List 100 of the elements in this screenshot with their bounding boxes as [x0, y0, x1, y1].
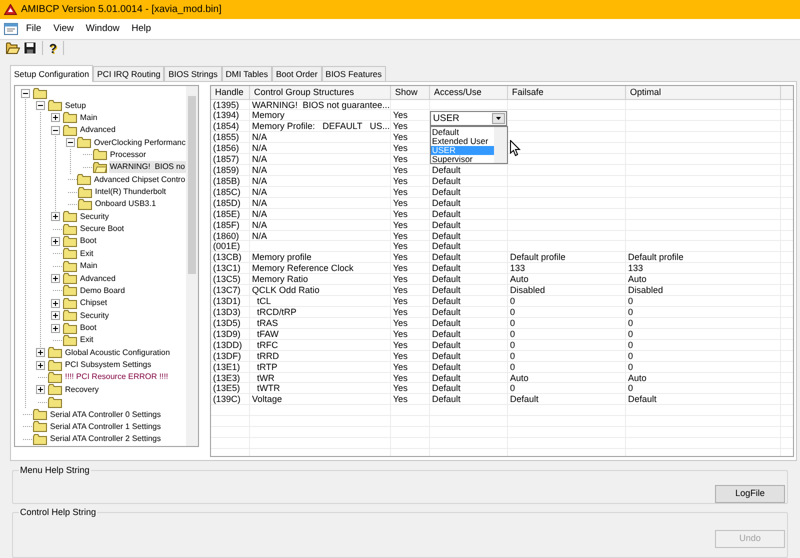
dropdown-option[interactable]: Extended User — [431, 137, 494, 146]
expand-button[interactable] — [36, 360, 45, 370]
tree-item[interactable]: Intel(R) Thunderbolt — [94, 186, 167, 198]
table-cell: QCLK Odd Ratio — [252, 285, 320, 296]
access-dropdown[interactable]: USER — [430, 111, 507, 126]
column-header[interactable]: Access/Use — [430, 86, 508, 98]
expand-button[interactable] — [51, 298, 60, 308]
table-cell: Yes — [393, 110, 408, 120]
collapse-button[interactable] — [66, 138, 75, 148]
tree-item[interactable]: Security — [79, 310, 110, 322]
menu-item[interactable]: File — [22, 22, 46, 36]
table-cell: (1394) — [213, 110, 240, 120]
folder-icon — [48, 100, 62, 112]
scrollbar[interactable] — [186, 86, 198, 446]
collapse-button[interactable] — [36, 101, 45, 110]
folder-icon — [48, 347, 62, 358]
scrollbar[interactable] — [494, 127, 507, 164]
table-cell: Yes — [393, 394, 408, 404]
tree-item[interactable]: Advanced Chipset Contro — [93, 174, 186, 186]
menu-item[interactable]: Window — [82, 22, 124, 36]
tree-item[interactable]: Main — [79, 260, 98, 272]
save-icon[interactable] — [24, 42, 36, 54]
table-cell: Yes — [393, 176, 408, 186]
table-cell: (13E1) — [213, 362, 240, 372]
table-cell: N/A — [252, 230, 268, 241]
tab[interactable]: BIOS Features — [322, 66, 386, 81]
tab[interactable]: DMI Tables — [222, 66, 272, 81]
tab[interactable]: PCI IRQ Routing — [93, 66, 164, 81]
table-cell: Yes — [393, 328, 408, 339]
tree-item[interactable]: Demo Board — [79, 284, 126, 297]
tree-item[interactable]: Exit — [79, 248, 94, 260]
table-cell: 0 — [628, 362, 634, 372]
table-cell: (13DF) — [213, 350, 242, 361]
expand-button[interactable] — [51, 311, 60, 320]
table-cell: Default — [432, 350, 461, 361]
table-cell: 0 — [628, 296, 634, 306]
tree-item[interactable]: !!!! PCI Resource ERROR !!!! — [64, 371, 170, 384]
table-cell: Default — [432, 220, 461, 230]
folder-icon — [63, 285, 77, 296]
column-header[interactable]: Handle — [211, 86, 250, 98]
tree-item[interactable]: Processor — [109, 148, 148, 161]
tree-item[interactable]: Boot — [79, 322, 98, 334]
tree-item[interactable]: Onboard USB3.1 — [94, 198, 157, 210]
tree-item[interactable]: Secure Boot — [79, 223, 126, 236]
tree-item[interactable]: Serial ATA Controller 0 Settings — [49, 408, 162, 421]
expand-button[interactable] — [36, 348, 45, 358]
tree-item[interactable]: Setup — [64, 100, 87, 112]
expand-button[interactable] — [51, 274, 60, 284]
table-cell-text: tWTR — [256, 383, 280, 394]
tree-item[interactable]: Advanced — [79, 124, 117, 136]
tree-item[interactable]: Global Acoustic Configuration — [64, 346, 171, 359]
dialog-button[interactable]: LogFile — [715, 485, 785, 503]
menu-item[interactable]: Help — [128, 22, 156, 36]
tab[interactable]: Setup Configuration — [10, 65, 94, 82]
table-cell: Yes — [393, 263, 408, 274]
tab[interactable]: Boot Order — [272, 66, 322, 81]
expand-button[interactable] — [51, 324, 60, 332]
table-cell: N/A — [252, 165, 268, 176]
table-cell: 133 — [510, 263, 526, 274]
tree-item[interactable]: Serial ATA Controller 2 Settings — [49, 433, 162, 446]
table-cell: Default — [432, 340, 461, 350]
collapse-button[interactable] — [21, 88, 30, 98]
expand-button[interactable] — [36, 385, 45, 394]
column-header[interactable]: Failsafe — [508, 86, 626, 98]
table-cell: Auto — [510, 372, 529, 383]
tree-item[interactable]: WARNING! BIOS no — [108, 161, 186, 174]
tree-item[interactable]: Boot — [79, 235, 98, 248]
column-header[interactable]: Show — [391, 86, 430, 98]
open-folder-icon[interactable] — [6, 42, 20, 54]
help-icon[interactable]: ? — [49, 42, 57, 55]
folder-icon — [63, 224, 77, 235]
expand-button[interactable] — [51, 212, 60, 222]
tab[interactable]: BIOS Strings — [164, 66, 222, 81]
table-cell-text: tRAS — [256, 318, 278, 328]
dropdown-option[interactable]: Default — [431, 128, 494, 138]
tree-item[interactable]: Advanced — [79, 272, 117, 285]
folder-icon — [33, 409, 47, 420]
tree-item[interactable]: Security — [79, 210, 110, 223]
expand-button[interactable] — [51, 113, 60, 122]
table-cell: Default — [432, 362, 461, 372]
collapse-button[interactable] — [51, 126, 60, 135]
tree-item[interactable]: OverClocking Performanc — [93, 136, 186, 149]
tree-item[interactable]: Main — [79, 112, 98, 124]
column-header[interactable]: Control Group Structures — [250, 86, 391, 98]
tree-item[interactable]: Serial ATA Controller 1 Settings — [49, 420, 162, 433]
table-cell: 0 — [628, 307, 634, 318]
table-cell: 0 — [628, 350, 634, 361]
tree-item[interactable]: PCI Subsystem Settings — [64, 359, 152, 372]
column-header[interactable]: Optimal — [626, 86, 781, 98]
table-cell: Default — [432, 318, 461, 328]
table-cell: Default — [432, 372, 461, 383]
tree-item[interactable]: Chipset — [79, 297, 108, 310]
tree-item[interactable]: Exit — [79, 334, 94, 346]
dropdown-option[interactable]: Supervisor — [431, 155, 494, 164]
menu-item[interactable]: View — [49, 22, 78, 36]
tree-item[interactable]: Recovery — [64, 384, 100, 396]
table-cell: Yes — [393, 186, 408, 197]
expand-button[interactable] — [51, 236, 60, 246]
table-cell: (13CB) — [213, 252, 242, 262]
table-cell: (13C5) — [213, 274, 241, 284]
